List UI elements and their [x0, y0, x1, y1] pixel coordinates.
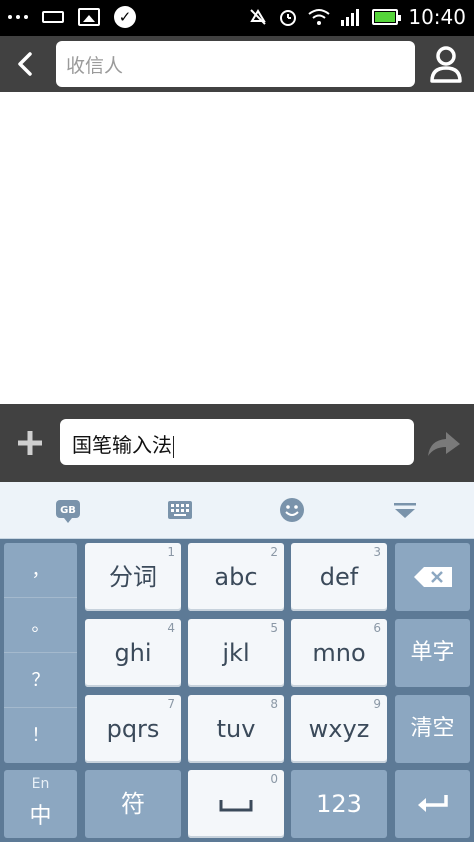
clear-label: 清空 [410, 716, 455, 741]
hide-keyboard-icon[interactable] [391, 496, 419, 524]
clear-key[interactable]: 清空 [395, 695, 470, 763]
gb-logo-icon[interactable]: GB [54, 496, 82, 524]
emoji-icon[interactable] [278, 496, 306, 524]
lang-zh-label: 中 [29, 804, 52, 829]
ime-toolbar: GB [0, 482, 474, 539]
contact-picker-icon[interactable] [428, 44, 464, 84]
status-bar: ✓ 10:40 [0, 0, 474, 36]
wifi-icon [308, 9, 330, 25]
status-right: 10:40 [248, 5, 466, 29]
numbers-key[interactable]: 123 [291, 770, 387, 838]
symbol-label: 符 [121, 790, 145, 818]
key-3[interactable]: 3 def [291, 543, 387, 611]
key-4-number: 4 [167, 621, 175, 635]
numbers-label: 123 [316, 790, 362, 818]
text-cursor [173, 435, 174, 458]
message-text: 国笔输入法 [72, 433, 172, 457]
keyboard-icon[interactable] [166, 496, 194, 524]
signal-icon [341, 9, 360, 26]
key-1-number: 1 [167, 545, 175, 559]
add-attachment-icon[interactable] [16, 429, 44, 457]
punct-question-key[interactable]: ？ [4, 653, 77, 708]
key-1[interactable]: 1 分词 [85, 543, 181, 611]
punct-comma-key[interactable]: ， [4, 543, 77, 598]
key-6-number: 6 [373, 621, 381, 635]
single-char-key[interactable]: 单字 [395, 619, 470, 687]
key-8-number: 8 [270, 697, 278, 711]
space-key[interactable]: 0 [188, 770, 284, 838]
single-char-label: 单字 [410, 640, 455, 665]
back-button[interactable] [12, 50, 40, 78]
alarm-icon [280, 10, 297, 26]
symbol-key[interactable]: 符 [85, 770, 181, 838]
top-bar: 收信人 [0, 36, 474, 92]
status-time: 10:40 [408, 5, 466, 29]
keyboard: ， 。 ？ ！ 1 分词 2 abc 3 def 4 ghi 5 jkl 6 m… [0, 539, 474, 842]
mute-icon [250, 9, 267, 25]
key-7-number: 7 [167, 697, 175, 711]
punctuation-column: ， 。 ？ ！ [4, 543, 77, 763]
key-9-number: 9 [373, 697, 381, 711]
lang-en-label: En [31, 776, 50, 792]
compose-bar: 国笔输入法 [0, 404, 474, 482]
svg-text:GB: GB [60, 505, 76, 516]
battery-icon [372, 9, 402, 25]
message-input[interactable]: 国笔输入法 [60, 419, 414, 465]
status-left: ✓ [8, 6, 136, 28]
punct-exclaim-key[interactable]: ！ [4, 708, 77, 763]
key-6[interactable]: 6 mno [291, 619, 387, 687]
backspace-key[interactable] [395, 543, 470, 611]
punct-period-key[interactable]: 。 [4, 598, 77, 653]
recipient-input[interactable]: 收信人 [56, 41, 415, 87]
backspace-icon [413, 567, 452, 587]
key-7[interactable]: 7 pqrs [85, 695, 181, 763]
message-area [0, 92, 474, 404]
send-icon[interactable] [426, 430, 462, 458]
key-2-number: 2 [270, 545, 278, 559]
image-icon [78, 8, 100, 26]
keyboard-icon [42, 11, 64, 23]
key-8[interactable]: 8 tuv [188, 695, 284, 763]
language-switch-key[interactable]: En 中 [4, 770, 77, 838]
key-2[interactable]: 2 abc [188, 543, 284, 611]
key-5-number: 5 [270, 621, 278, 635]
enter-key[interactable] [395, 770, 470, 838]
space-icon [219, 800, 253, 812]
key-4[interactable]: 4 ghi [85, 619, 181, 687]
key-0-number: 0 [270, 772, 278, 786]
key-5[interactable]: 5 jkl [188, 619, 284, 687]
check-circle-icon: ✓ [114, 6, 136, 28]
key-3-number: 3 [373, 545, 381, 559]
enter-icon [417, 795, 448, 812]
more-dots-icon [8, 15, 28, 19]
key-9[interactable]: 9 wxyz [291, 695, 387, 763]
